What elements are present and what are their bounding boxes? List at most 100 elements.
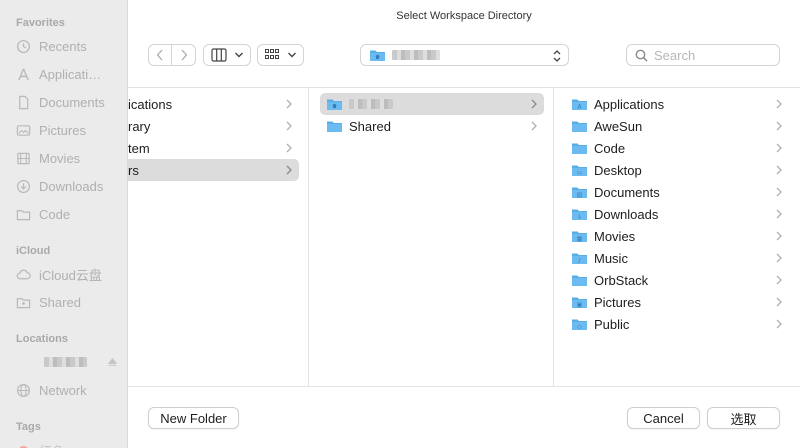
sidebar-item-network[interactable]: Network (16, 379, 120, 401)
list-item[interactable]: ↓ Downloads (571, 203, 789, 225)
svg-text:♪: ♪ (578, 258, 582, 265)
chevron-right-icon (776, 319, 782, 329)
chevron-right-icon (286, 143, 292, 153)
sidebar-item-label: Applicati… (39, 66, 102, 82)
grid-icon (265, 49, 279, 59)
chevron-right-icon (531, 99, 537, 109)
group-by-button[interactable] (257, 44, 304, 66)
svg-text:▤: ▤ (577, 192, 583, 199)
chevron-right-icon (776, 209, 782, 219)
list-item[interactable]: ◇ Public (571, 313, 789, 335)
item-label: Pictures (594, 294, 641, 310)
back-button[interactable] (148, 44, 172, 66)
folder-icon: ▦ (572, 231, 587, 243)
chevron-right-icon (776, 297, 782, 307)
sidebar-item-documents[interactable]: Documents (16, 91, 120, 113)
folder-icon: ♪ (572, 253, 587, 265)
column-2: Shared (309, 88, 554, 386)
folder-icon (16, 209, 31, 220)
favorites-heading: Favorites (16, 17, 65, 29)
sidebar-item-shared[interactable]: Shared (16, 291, 120, 313)
path-popup[interactable] (360, 44, 569, 66)
item-label: Applications (594, 96, 665, 112)
list-item[interactable]: ▣ Pictures (571, 291, 789, 313)
item-label: rs (128, 162, 139, 178)
item-label: OrbStack (594, 272, 649, 288)
cancel-button[interactable]: Cancel (627, 407, 700, 429)
search-placeholder: Search (654, 47, 696, 63)
cloud-icon (16, 269, 31, 279)
forward-button[interactable] (172, 44, 196, 66)
chevron-left-icon (156, 49, 163, 61)
clock-icon (16, 39, 31, 53)
redacted-path (392, 50, 440, 60)
new-folder-button[interactable]: New Folder (148, 407, 239, 429)
choose-button[interactable]: 选取 (707, 407, 780, 429)
search-icon (635, 49, 648, 62)
list-item[interactable]: ▦ Movies (571, 225, 789, 247)
chevron-right-icon (286, 165, 292, 175)
list-item-selected[interactable]: rs (128, 159, 299, 181)
chevron-down-icon (234, 52, 243, 58)
item-label: Movies (594, 228, 636, 244)
list-item[interactable]: ▭ Desktop (571, 159, 789, 181)
list-item[interactable]: ▤ Documents (571, 181, 789, 203)
sidebar-item-downloads[interactable]: Downloads (16, 175, 120, 197)
sidebar-item-recents[interactable]: Recents (16, 35, 120, 57)
sidebar-item-icloud-drive[interactable]: iCloud云盘 (16, 263, 120, 285)
sidebar-item-movies[interactable]: Movies (16, 147, 120, 169)
sidebar-item-label: Network (39, 382, 87, 398)
sidebar: Favorites Recents Applicati… Documents P… (0, 0, 128, 448)
folder-icon: ◇ (572, 319, 587, 331)
list-item[interactable]: A Applications (571, 93, 789, 115)
chevron-right-icon (776, 99, 782, 109)
folder-icon: ▭ (572, 165, 587, 177)
list-item[interactable]: ications (128, 93, 299, 115)
chevron-right-icon (776, 275, 782, 285)
search-field[interactable]: Search (626, 44, 780, 66)
download-icon (16, 179, 31, 193)
folder-icon: ▤ (572, 187, 587, 199)
sidebar-item-label: Recents (39, 38, 87, 54)
sidebar-item-pictures[interactable]: Pictures (16, 119, 120, 141)
sidebar-item-label: Pictures (39, 122, 86, 138)
list-item[interactable]: rary (128, 115, 299, 137)
view-mode-button[interactable] (203, 44, 251, 66)
list-item[interactable]: ♪ Music (571, 247, 789, 269)
svg-text:▦: ▦ (577, 236, 583, 243)
list-item[interactable]: OrbStack (571, 269, 789, 291)
chevron-right-icon (286, 99, 292, 109)
chevron-right-icon (776, 165, 782, 175)
list-item[interactable]: tem (128, 137, 299, 159)
folder-icon (327, 121, 342, 132)
svg-text:◇: ◇ (577, 324, 582, 331)
tags-heading: Tags (16, 421, 41, 433)
home-folder-icon (327, 99, 342, 110)
sidebar-item-label: 红色 (39, 441, 65, 448)
sidebar-item-label: Documents (39, 94, 105, 110)
chevron-right-icon (776, 187, 782, 197)
sidebar-item-label: Code (39, 206, 71, 222)
item-label: Desktop (594, 162, 642, 178)
list-item[interactable]: Shared (320, 115, 544, 137)
sidebar-item-applications[interactable]: Applicati… (16, 63, 120, 85)
folder-icon: ▣ (572, 297, 587, 309)
globe-icon (16, 383, 31, 397)
sidebar-item-label: Shared (39, 294, 81, 310)
list-item[interactable]: AweSun (571, 115, 789, 137)
list-item-selected[interactable] (320, 93, 544, 115)
sidebar-item-code[interactable]: Code (16, 203, 120, 225)
icloud-heading: iCloud (16, 245, 51, 257)
sidebar-item-label: Movies (39, 150, 81, 166)
chevron-right-icon (776, 121, 782, 131)
sidebar-item-tag-red[interactable]: 红色 (16, 439, 120, 448)
window-title: Select Workspace Directory (396, 10, 532, 22)
sidebar-item-computer[interactable] (16, 351, 120, 373)
redacted-computer-name (44, 357, 87, 367)
item-label: Public (594, 316, 630, 332)
item-label: rary (128, 118, 151, 134)
apps-icon (18, 68, 29, 80)
item-label: Music (594, 250, 628, 266)
list-item[interactable]: Code (571, 137, 789, 159)
item-label: Documents (594, 184, 660, 200)
